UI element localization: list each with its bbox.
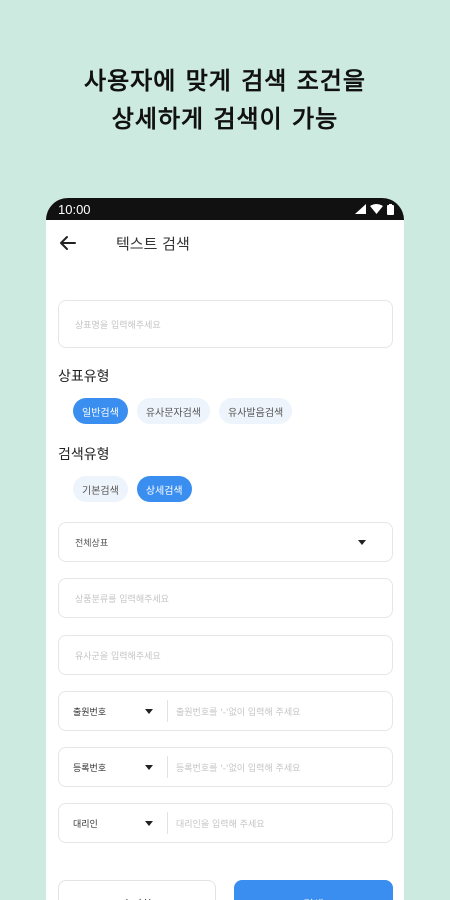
dropdown-caret-icon: [145, 764, 153, 770]
registration-number-select[interactable]: 등록번호: [59, 748, 167, 786]
dropdown-caret-icon: [145, 820, 153, 826]
phone-frame: 10:00 텍스트 검색 상표명을 입력해주세요 상표유형 일반검색 유사문자검…: [46, 198, 404, 900]
similar-group-placeholder: 유사군을 입력해주세요: [75, 651, 161, 662]
trademark-type-label: 상표유형: [58, 369, 110, 385]
app-bar: 텍스트 검색: [46, 220, 404, 266]
chip-basic-search[interactable]: 기본검색: [73, 476, 128, 502]
status-icons: [355, 203, 394, 215]
battery-icon: [387, 203, 394, 215]
status-bar: 10:00: [46, 198, 404, 220]
status-dropdown-value: 전체상표: [75, 538, 109, 549]
trademark-type-chips: 일반검색 유사문자검색 유사발음검색: [73, 398, 293, 424]
headline: 사용자에 맞게 검색 조건을 상세하게 검색이 가능: [0, 62, 450, 138]
chip-similar-character-search[interactable]: 유사문자검색: [136, 398, 211, 424]
search-type-label: 검색유형: [58, 447, 110, 463]
search-type-chips: 기본검색 상세검색: [73, 476, 192, 502]
similar-group-input[interactable]: 유사군을 입력해주세요: [58, 635, 393, 675]
headline-line-1: 사용자에 맞게 검색 조건을: [84, 67, 366, 95]
search-button[interactable]: 검색: [234, 880, 393, 900]
trademark-name-input[interactable]: 상표명을 입력해주세요: [58, 300, 393, 348]
dropdown-caret-icon: [145, 708, 153, 714]
application-number-field: 출원번호 출원번호를 '-'없이 입력해 주세요: [58, 691, 393, 731]
chip-general-search[interactable]: 일반검색: [73, 398, 128, 424]
status-time: 10:00: [58, 201, 91, 217]
agent-input[interactable]: 대리인을 입력해 주세요: [168, 817, 265, 830]
status-dropdown[interactable]: 전체상표: [58, 522, 393, 562]
application-number-input[interactable]: 출원번호를 '-'없이 입력해 주세요: [168, 705, 300, 718]
app-screen: 텍스트 검색 상표명을 입력해주세요 상표유형 일반검색 유사문자검색 유사발음…: [46, 220, 404, 900]
application-number-select-value: 출원번호: [73, 707, 107, 718]
agent-select-value: 대리인: [73, 819, 98, 830]
product-class-input[interactable]: 상품분류를 입력해주세요: [58, 578, 393, 618]
chip-similar-pronunciation-search[interactable]: 유사발음검색: [219, 398, 293, 424]
trademark-name-placeholder: 상표명을 입력해주세요: [75, 320, 161, 331]
application-number-select[interactable]: 출원번호: [59, 692, 167, 730]
signal-icon: [355, 204, 366, 214]
wifi-icon: [370, 204, 383, 214]
registration-number-input[interactable]: 등록번호를 '-'없이 입력해 주세요: [168, 761, 300, 774]
product-class-placeholder: 상품분류를 입력해주세요: [75, 594, 169, 605]
registration-number-field: 등록번호 등록번호를 '-'없이 입력해 주세요: [58, 747, 393, 787]
dropdown-caret-icon: [358, 539, 366, 545]
chip-detailed-search[interactable]: 상세검색: [136, 476, 192, 502]
page-title: 텍스트 검색: [116, 235, 190, 253]
agent-field: 대리인 대리인을 입력해 주세요: [58, 803, 393, 843]
agent-select[interactable]: 대리인: [59, 804, 167, 842]
registration-number-select-value: 등록번호: [73, 763, 107, 774]
back-arrow-icon[interactable]: [58, 233, 78, 253]
headline-line-2: 상세하게 검색이 가능: [111, 105, 339, 133]
reset-button[interactable]: 초기화: [58, 880, 216, 900]
